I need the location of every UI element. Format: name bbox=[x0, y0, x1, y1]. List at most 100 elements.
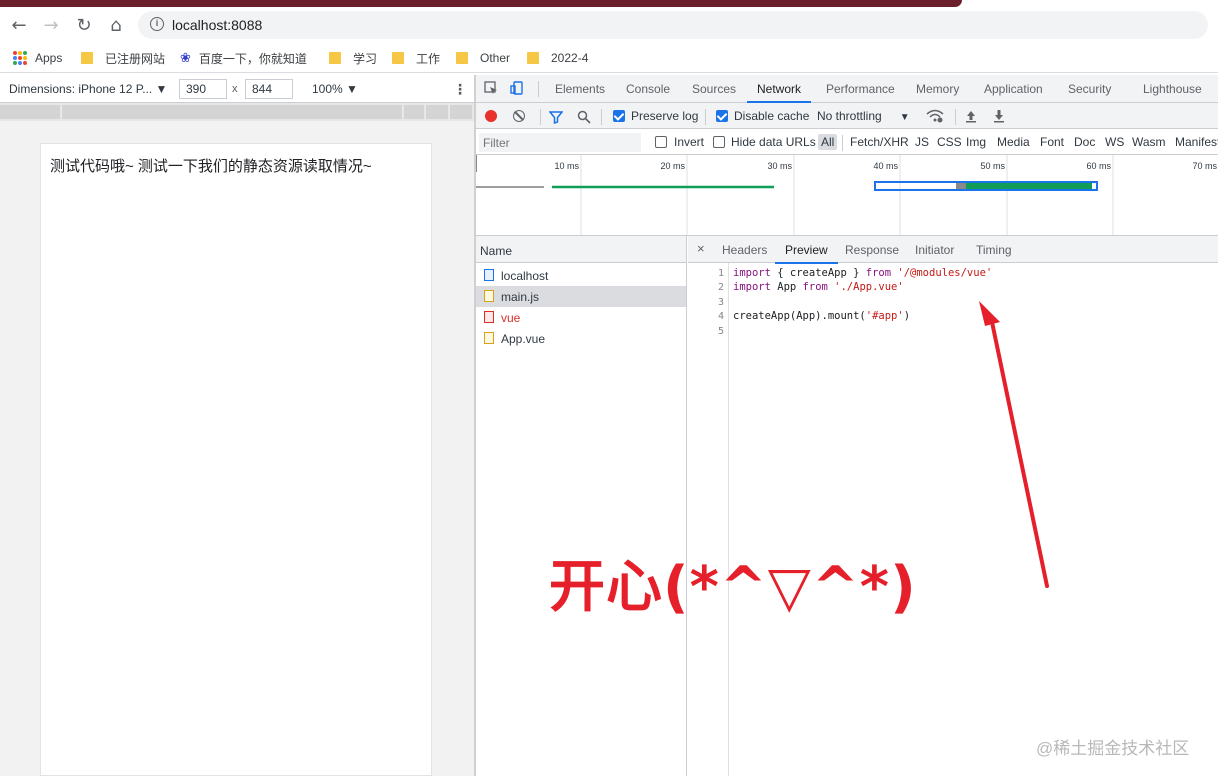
filter-type-doc[interactable]: Doc bbox=[1074, 135, 1095, 149]
bookmark-label: Other bbox=[480, 51, 511, 65]
request-row[interactable]: App.vue bbox=[476, 328, 686, 349]
ruler-segment[interactable] bbox=[404, 105, 424, 119]
tick-label: 70 ms bbox=[1192, 161, 1217, 171]
script-file-icon bbox=[484, 332, 494, 344]
close-icon[interactable]: × bbox=[697, 241, 705, 256]
code-line-2[interactable]: import App from './App.vue' bbox=[733, 281, 904, 293]
device-screen[interactable]: 测试代码哦~ 测试一下我们的静态资源读取情况~ bbox=[40, 143, 432, 776]
invert-label[interactable]: Invert bbox=[674, 135, 704, 149]
tab-headers[interactable]: Headers bbox=[722, 243, 767, 257]
filter-type-media[interactable]: Media bbox=[997, 135, 1030, 149]
tab-sources[interactable]: Sources bbox=[692, 82, 736, 96]
filter-icon[interactable] bbox=[549, 110, 563, 124]
preserve-log-label[interactable]: Preserve log bbox=[631, 109, 698, 123]
zoom-select[interactable]: 100% ▼ bbox=[312, 82, 358, 96]
code-keyword: from bbox=[802, 281, 828, 293]
bookmark-study[interactable]: 学习 bbox=[329, 50, 377, 66]
bookmark-label: 2022-4 bbox=[551, 51, 589, 65]
disable-cache-label[interactable]: Disable cache bbox=[734, 109, 809, 123]
forward-arrow-icon[interactable]: → bbox=[41, 15, 61, 36]
tab-preview[interactable]: Preview bbox=[775, 243, 838, 264]
filter-type-font[interactable]: Font bbox=[1040, 135, 1064, 149]
tab-elements[interactable]: Elements bbox=[555, 82, 605, 96]
device-width-input[interactable]: 390 bbox=[179, 79, 227, 99]
tab-response[interactable]: Response bbox=[845, 243, 899, 257]
filter-type-img[interactable]: Img bbox=[966, 135, 986, 149]
bookmark-label: 工作 bbox=[416, 51, 441, 66]
ruler-segment[interactable] bbox=[426, 105, 448, 119]
folder-icon bbox=[527, 52, 539, 64]
tick-label: 60 ms bbox=[1086, 161, 1111, 171]
code-line-1[interactable]: import { createApp } from '/@modules/vue… bbox=[733, 267, 992, 279]
filter-type-ws[interactable]: WS bbox=[1105, 135, 1124, 149]
filter-type-fetch-xhr[interactable]: Fetch/XHR bbox=[850, 135, 909, 149]
bookmark-2022-4[interactable]: 2022-4 bbox=[527, 50, 588, 66]
request-row[interactable]: main.js bbox=[476, 286, 686, 307]
tick-label: 10 ms bbox=[554, 161, 579, 171]
reload-icon[interactable]: ↻ bbox=[74, 15, 94, 36]
filter-type-css[interactable]: CSS bbox=[937, 135, 962, 149]
tab-performance[interactable]: Performance bbox=[826, 82, 895, 96]
code-text: createApp(App).mount( bbox=[733, 310, 866, 322]
network-overview-timeline[interactable]: 10 ms 20 ms 30 ms 40 ms 50 ms 60 ms 70 m… bbox=[476, 155, 1218, 236]
disable-cache-checkbox[interactable] bbox=[716, 110, 728, 122]
tab-application[interactable]: Application bbox=[984, 82, 1043, 96]
filter-type-all[interactable]: All bbox=[818, 134, 838, 150]
chevron-down-icon: ▼ bbox=[346, 82, 358, 96]
address-bar[interactable]: i localhost:8088 bbox=[138, 11, 1208, 39]
home-icon[interactable]: ⌂ bbox=[106, 15, 126, 36]
request-name: App.vue bbox=[501, 332, 546, 346]
hide-data-urls-checkbox[interactable] bbox=[713, 136, 725, 148]
ruler-segment[interactable] bbox=[62, 105, 402, 119]
tab-lighthouse[interactable]: Lighthouse bbox=[1143, 82, 1202, 96]
filter-type-wasm[interactable]: Wasm bbox=[1132, 135, 1166, 149]
tab-console[interactable]: Console bbox=[626, 82, 670, 96]
network-conditions-icon[interactable] bbox=[926, 109, 944, 123]
code-line-4[interactable]: createApp(App).mount('#app') bbox=[733, 310, 910, 322]
filter-type-manifest[interactable]: Manifest bbox=[1175, 135, 1218, 149]
search-icon[interactable] bbox=[577, 110, 591, 124]
baidu-paw-icon: ❀ bbox=[180, 50, 191, 65]
tab-network[interactable]: Network bbox=[746, 82, 812, 103]
preserve-log-checkbox[interactable] bbox=[613, 110, 625, 122]
timeline-graph: 10 ms 20 ms 30 ms 40 ms 50 ms 60 ms 70 m… bbox=[476, 155, 1217, 235]
inspect-element-icon[interactable] bbox=[484, 81, 498, 95]
hide-data-urls-label[interactable]: Hide data URLs bbox=[731, 135, 816, 149]
filter-input[interactable] bbox=[479, 133, 641, 152]
bookmark-label: 学习 bbox=[353, 51, 378, 66]
request-row[interactable]: vue bbox=[476, 307, 686, 328]
tab-memory[interactable]: Memory bbox=[916, 82, 959, 96]
tab-security[interactable]: Security bbox=[1068, 82, 1111, 96]
device-toggle-icon[interactable] bbox=[510, 81, 524, 95]
media-query-ruler[interactable] bbox=[0, 103, 475, 121]
more-options-icon[interactable]: ⋮ bbox=[453, 81, 467, 98]
record-button[interactable] bbox=[485, 110, 497, 122]
toolbar-separator bbox=[538, 81, 539, 97]
import-har-icon[interactable] bbox=[964, 109, 978, 123]
url-text[interactable]: localhost:8088 bbox=[172, 17, 262, 33]
tick-label: 40 ms bbox=[873, 161, 898, 171]
bookmark-apps[interactable]: Apps bbox=[13, 50, 62, 66]
tab-timing[interactable]: Timing bbox=[976, 243, 1012, 257]
throttling-select[interactable]: No throttling ▼ bbox=[817, 109, 910, 123]
ruler-segment[interactable] bbox=[450, 105, 472, 119]
clear-button[interactable] bbox=[513, 110, 525, 122]
filter-type-js[interactable]: JS bbox=[915, 135, 929, 149]
watermark: @稀土掘金技术社区 bbox=[1036, 739, 1190, 758]
tab-initiator[interactable]: Initiator bbox=[915, 243, 954, 257]
bookmarks-bar: Apps 已注册网站 ❀ 百度一下，你就知道 学习 工作 Other 2022-… bbox=[0, 43, 1218, 73]
ruler-segment[interactable] bbox=[0, 105, 60, 119]
invert-checkbox[interactable] bbox=[655, 136, 667, 148]
back-arrow-icon[interactable]: ← bbox=[9, 15, 29, 36]
bookmark-registered-sites[interactable]: 已注册网站 bbox=[81, 50, 165, 66]
request-row[interactable]: localhost bbox=[476, 265, 686, 286]
name-column-header[interactable]: Name bbox=[476, 236, 686, 263]
bookmark-work[interactable]: 工作 bbox=[392, 50, 440, 66]
device-height-input[interactable]: 844 bbox=[245, 79, 293, 99]
export-har-icon[interactable] bbox=[992, 109, 1006, 123]
line-number: 2 bbox=[717, 282, 724, 293]
bookmark-baidu[interactable]: ❀ 百度一下，你就知道 bbox=[180, 50, 307, 66]
device-select[interactable]: Dimensions: iPhone 12 P... ▼ bbox=[9, 82, 167, 96]
bookmark-other[interactable]: Other bbox=[456, 50, 510, 66]
site-info-icon[interactable]: i bbox=[150, 17, 164, 31]
